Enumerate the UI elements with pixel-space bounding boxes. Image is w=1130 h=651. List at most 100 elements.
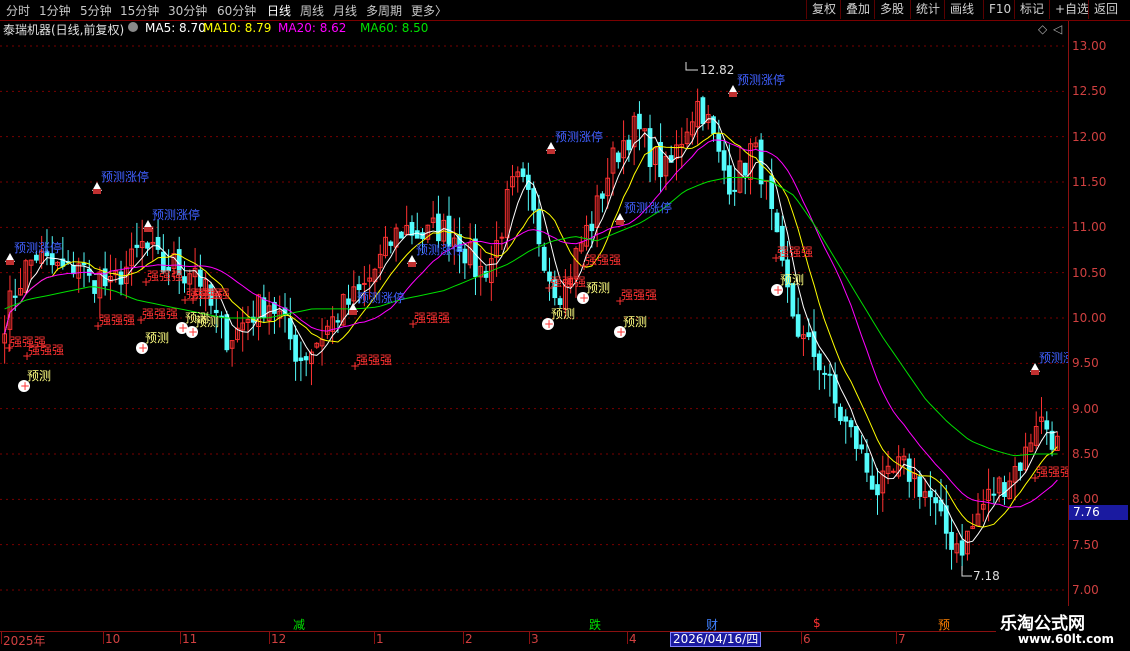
time-tick: 12 (271, 632, 287, 646)
time-tick-mark (103, 632, 104, 644)
strong-signal-label: 强强强 (142, 307, 178, 321)
strong-signal-label: 强强强 (194, 287, 230, 301)
limit-up-label: 预测涨停 (1039, 350, 1068, 365)
house-icon (6, 260, 14, 265)
current-price-badge: 7.76 (1069, 505, 1128, 520)
predict-label: 预测 (145, 331, 169, 345)
candle-body (626, 139, 632, 151)
candle-body (959, 540, 965, 556)
time-tick-mark (801, 632, 802, 644)
candle-body (716, 133, 722, 152)
candle-body (34, 254, 39, 261)
candle-body (647, 128, 653, 167)
price-tick: 7.50 (1072, 537, 1099, 552)
time-tick: 11 (182, 632, 198, 646)
candle-body (848, 420, 854, 428)
candle-body (732, 189, 738, 192)
event-marker[interactable]: $ (813, 616, 821, 630)
time-tick: 1 (376, 632, 384, 646)
candle-body (869, 475, 875, 490)
high-price-label: 12.82 (700, 63, 734, 77)
time-tick: 2 (465, 632, 473, 646)
time-tick: 7 (898, 632, 906, 646)
price-tick: 8.50 (1072, 447, 1099, 461)
house-icon (1031, 370, 1039, 375)
strong-signal-label: 强强强 (147, 269, 183, 283)
candle-body (81, 262, 87, 266)
candle-body (1002, 482, 1007, 497)
candle-body (727, 165, 732, 195)
strong-signal-label: 强强强 (621, 288, 657, 302)
candle-body (928, 490, 933, 498)
price-tick: 12.50 (1072, 84, 1107, 99)
time-tick-mark (627, 632, 628, 644)
candle-body (742, 162, 748, 176)
candle-body (991, 493, 997, 496)
candle-body (853, 426, 859, 449)
candle-body (420, 232, 425, 239)
candle-body (891, 470, 896, 473)
strong-signal-label: 强强强 (777, 245, 813, 259)
time-tick-mark (529, 632, 530, 644)
candle-body (600, 193, 605, 199)
low-price-label: 7.18 (973, 569, 1000, 583)
time-tick: 4 (629, 632, 637, 646)
candle-body (303, 356, 309, 361)
low-marker-line (961, 566, 972, 577)
price-tick: 10.00 (1072, 311, 1107, 325)
candle-body (531, 188, 536, 211)
limit-up-label: 预测涨停 (624, 200, 672, 215)
candle-body (213, 309, 219, 314)
candle-body (71, 264, 76, 275)
price-tick: 9.50 (1072, 356, 1099, 371)
candle-body (700, 97, 706, 125)
strong-signal-label: 强强强 (1036, 465, 1068, 479)
time-tick-mark (1, 632, 2, 644)
candle-body (298, 357, 304, 362)
candle-body (843, 416, 849, 422)
strong-signal-label: 强强强 (356, 353, 392, 367)
time-tick-mark (374, 632, 375, 644)
candle-body (388, 241, 394, 246)
candlestick-chart[interactable]: 预测涨停预测涨停预测涨停预测涨停预测涨停预测涨停预测涨停预测涨停预测涨停+强强强… (0, 0, 1068, 631)
limit-up-label: 预测涨停 (101, 169, 149, 184)
back-button[interactable]: 返回 (1088, 0, 1123, 19)
candle-body (414, 230, 420, 239)
house-icon (729, 92, 737, 97)
candle-series (2, 88, 1060, 571)
strong-signal-label: 强强强 (99, 313, 135, 327)
candle-body (293, 334, 298, 362)
brand-title: 乐淘公式网 (1000, 614, 1085, 634)
candle-body (520, 168, 526, 177)
candle-body (859, 444, 864, 450)
candle-body (145, 242, 150, 249)
candle-body (790, 283, 796, 317)
candle-body (182, 276, 187, 284)
price-tick: 9.00 (1072, 401, 1099, 416)
candle-body (436, 213, 441, 242)
candle-body (917, 476, 923, 497)
candle-body (536, 208, 542, 245)
high-marker-line (685, 62, 698, 71)
limit-up-label: 预测涨停 (555, 129, 603, 144)
limit-up-label: 预测涨停 (737, 72, 785, 87)
limit-up-label: 预测涨停 (416, 242, 464, 257)
time-tick-mark (896, 632, 897, 644)
predict-label: 预测 (551, 307, 575, 321)
candle-body (335, 320, 341, 323)
candle-body (409, 222, 415, 236)
time-tick: 2025年 (3, 634, 46, 648)
candle-body (822, 372, 827, 375)
predict-label: 预测 (195, 315, 219, 329)
candle-body (589, 223, 595, 232)
candle-body (875, 484, 880, 496)
candle-body (557, 298, 563, 305)
candle-body (499, 236, 505, 239)
time-tick: 10 (105, 632, 121, 646)
house-icon (93, 189, 101, 194)
candle-body (795, 314, 801, 337)
predict-label: 预测 (780, 273, 804, 287)
time-tick: 3 (531, 632, 539, 646)
price-tick: 7.00 (1072, 583, 1099, 597)
predict-label: 预测 (623, 315, 647, 329)
